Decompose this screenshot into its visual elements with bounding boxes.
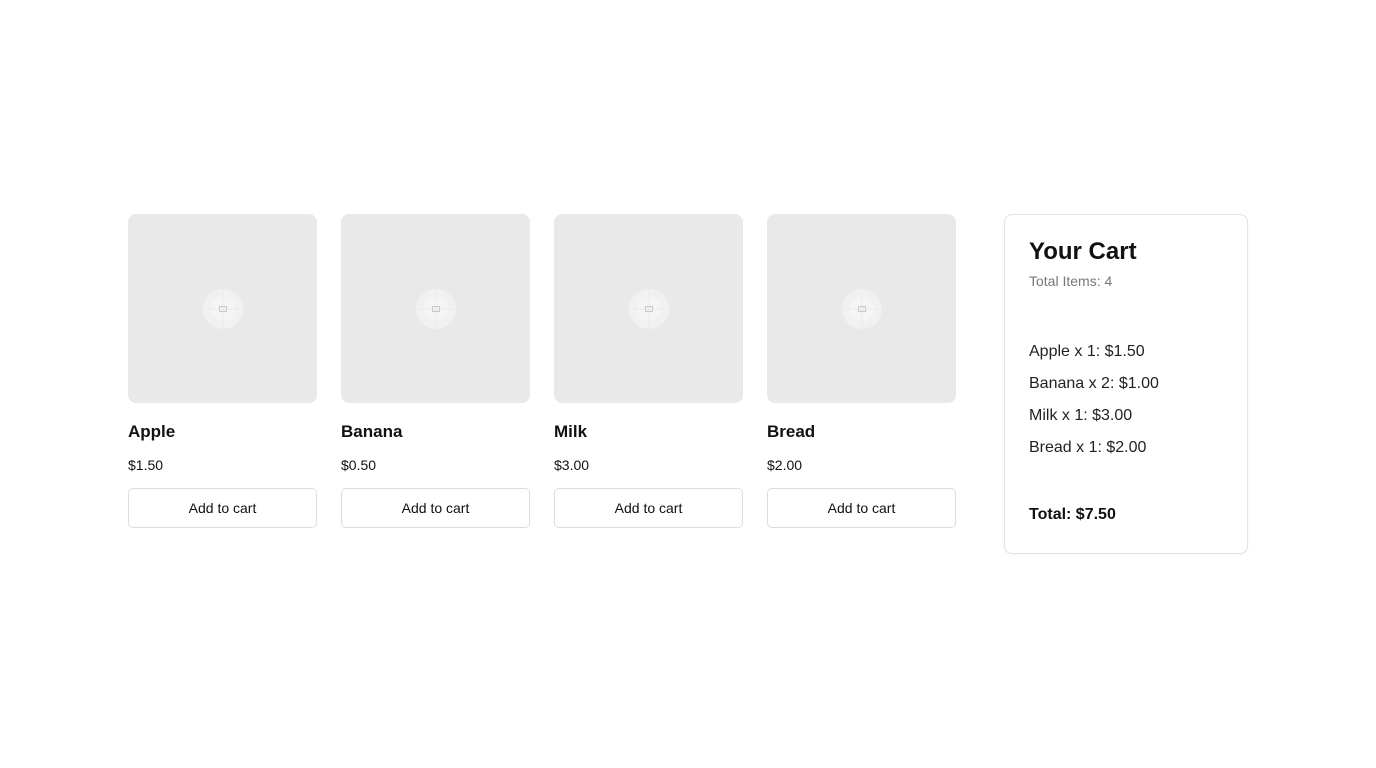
product-image: [554, 214, 743, 403]
cart-item: Milk x 1: $3.00: [1029, 407, 1133, 424]
product-name: Bread: [767, 422, 816, 441]
add-to-cart-button[interactable]: Add to cart: [554, 488, 743, 528]
add-to-cart-button[interactable]: Add to cart: [128, 488, 317, 528]
product-price: $2.00: [767, 457, 803, 473]
image-placeholder-icon: [415, 288, 456, 329]
product-card: Apple $1.50 Add to cart: [128, 214, 317, 528]
cart-item: Bread x 1: $2.00: [1029, 439, 1147, 456]
product-name: Banana: [341, 422, 403, 441]
cart-total: Total: $7.50: [1029, 506, 1116, 523]
product-card: Banana $0.50 Add to cart: [341, 214, 530, 528]
cart-item: Banana x 2: $1.00: [1029, 375, 1159, 392]
product-image: [128, 214, 317, 403]
product-price: $3.00: [554, 457, 590, 473]
image-placeholder-icon: [628, 288, 669, 329]
product-price: $0.50: [341, 457, 377, 473]
cart-panel: Your Cart Total Items: 4 Apple x 1: $1.5…: [1004, 214, 1248, 554]
cart-item-count: Total Items: 4: [1029, 273, 1113, 289]
add-to-cart-button[interactable]: Add to cart: [767, 488, 956, 528]
product-image: [767, 214, 956, 403]
product-name: Milk: [554, 422, 588, 441]
product-price: $1.50: [128, 457, 164, 473]
product-name: Apple: [128, 422, 176, 441]
cart-title: Your Cart: [1029, 238, 1137, 265]
product-image: [341, 214, 530, 403]
add-to-cart-button[interactable]: Add to cart: [341, 488, 530, 528]
cart-item-list: Apple x 1: $1.50 Banana x 2: $1.00 Milk …: [1029, 336, 1223, 464]
cart-item: Apple x 1: $1.50: [1029, 343, 1145, 360]
image-placeholder-icon: [202, 288, 243, 329]
product-card: Bread $2.00 Add to cart: [767, 214, 956, 528]
product-grid: Apple $1.50 Add to cart Banana $0.50 Add…: [128, 214, 956, 528]
image-placeholder-icon: [841, 288, 882, 329]
product-card: Milk $3.00 Add to cart: [554, 214, 743, 528]
shop-layout: Apple $1.50 Add to cart Banana $0.50 Add…: [128, 214, 1248, 554]
